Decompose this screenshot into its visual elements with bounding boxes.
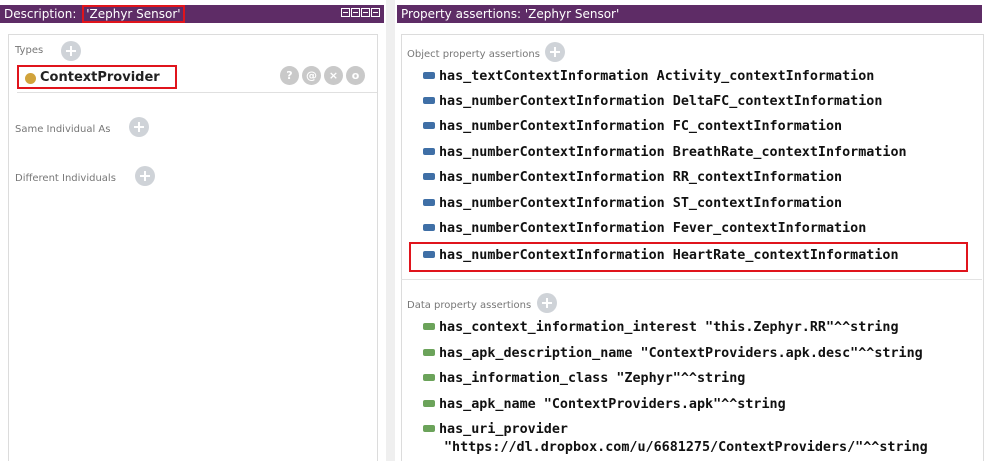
object-property-icon: [423, 147, 435, 155]
object-property-icon: [423, 198, 435, 206]
add-different-individual-icon[interactable]: [135, 166, 155, 186]
object-assertion-row[interactable]: has_numberContextInformation FC_contextI…: [423, 116, 842, 138]
explain-icon[interactable]: ?: [280, 66, 299, 85]
edit-icon[interactable]: o: [346, 66, 365, 85]
object-assertion-row[interactable]: has_numberContextInformation DeltaFC_con…: [423, 91, 882, 113]
add-object-property-assertion-icon[interactable]: [545, 42, 565, 62]
maximize-icon[interactable]: [361, 8, 370, 17]
data-property-icon: [423, 373, 435, 381]
description-panel: Description: 'Zephyr Sensor' Types Conte…: [0, 0, 387, 461]
delete-icon[interactable]: ×: [324, 66, 343, 85]
data-assertion-row[interactable]: has_apk_description_name "ContextProvide…: [423, 343, 923, 365]
class-dot-icon: [25, 73, 36, 84]
individual-name-highlight: 'Zephyr Sensor': [82, 5, 185, 23]
restore-icon[interactable]: [351, 8, 360, 17]
data-property-icon: [423, 424, 435, 432]
close-view-icon[interactable]: [371, 8, 380, 17]
object-assertion-row[interactable]: has_numberContextInformation ST_contextI…: [423, 193, 842, 215]
object-assertion-row[interactable]: has_numberContextInformation Fever_conte…: [423, 218, 866, 240]
object-property-icon: [423, 223, 435, 231]
object-assertion-row[interactable]: has_textContextInformation Activity_cont…: [423, 66, 874, 88]
object-property-icon: [423, 121, 435, 129]
object-assertion-row[interactable]: has_numberContextInformation BreathRate_…: [423, 142, 907, 164]
type-actions: ? @ × o: [280, 66, 365, 85]
data-assertion-row[interactable]: has_information_class "Zephyr"^^string: [423, 368, 745, 390]
data-assertion-row[interactable]: has_context_information_interest "this.Z…: [423, 317, 899, 339]
annotate-icon[interactable]: @: [302, 66, 321, 85]
object-property-icon: [423, 172, 435, 180]
object-assertion-row[interactable]: has_numberContextInformation HeartRate_c…: [423, 245, 899, 267]
type-row: ContextProvider ? @ × o: [17, 65, 371, 89]
object-assertion-row[interactable]: has_numberContextInformation RR_contextI…: [423, 167, 842, 189]
type-class-highlight: ContextProvider: [17, 65, 177, 89]
property-assertions-title-bar: Property assertions: 'Zephyr Sensor': [397, 5, 982, 23]
object-property-icon: [423, 71, 435, 79]
window-controls: [341, 8, 380, 17]
data-assertion-continuation: "https://dl.dropbox.com/u/6681275/Contex…: [444, 440, 928, 455]
data-property-icon: [423, 399, 435, 407]
types-label: Types: [15, 45, 44, 56]
data-property-icon: [423, 322, 435, 330]
description-title-prefix: Description:: [4, 7, 81, 21]
add-same-individual-icon[interactable]: [129, 117, 149, 137]
same-individual-label: Same Individual As: [15, 124, 111, 135]
data-assertion-row[interactable]: has_apk_name "ContextProviders.apk"^^str…: [423, 394, 786, 416]
description-content: Types ContextProvider ? @ × o Same Indiv…: [8, 34, 378, 461]
property-assertions-panel: Property assertions: 'Zephyr Sensor' Obj…: [395, 0, 988, 461]
type-class-name[interactable]: ContextProvider: [40, 70, 160, 85]
data-property-assertions-label: Data property assertions: [407, 300, 532, 311]
object-property-assertions-label: Object property assertions: [407, 49, 540, 60]
add-type-icon[interactable]: [61, 41, 81, 61]
view-toggle-icon[interactable]: [341, 8, 350, 17]
data-property-icon: [423, 348, 435, 356]
panel-splitter[interactable]: [386, 0, 395, 461]
object-property-icon: [423, 96, 435, 104]
different-individuals-label: Different Individuals: [15, 173, 116, 184]
add-data-property-assertion-icon[interactable]: [537, 293, 557, 313]
object-property-icon: [423, 250, 435, 258]
types-divider: [17, 92, 377, 93]
section-separator: [401, 279, 982, 280]
description-title-bar: Description: 'Zephyr Sensor': [0, 5, 384, 23]
